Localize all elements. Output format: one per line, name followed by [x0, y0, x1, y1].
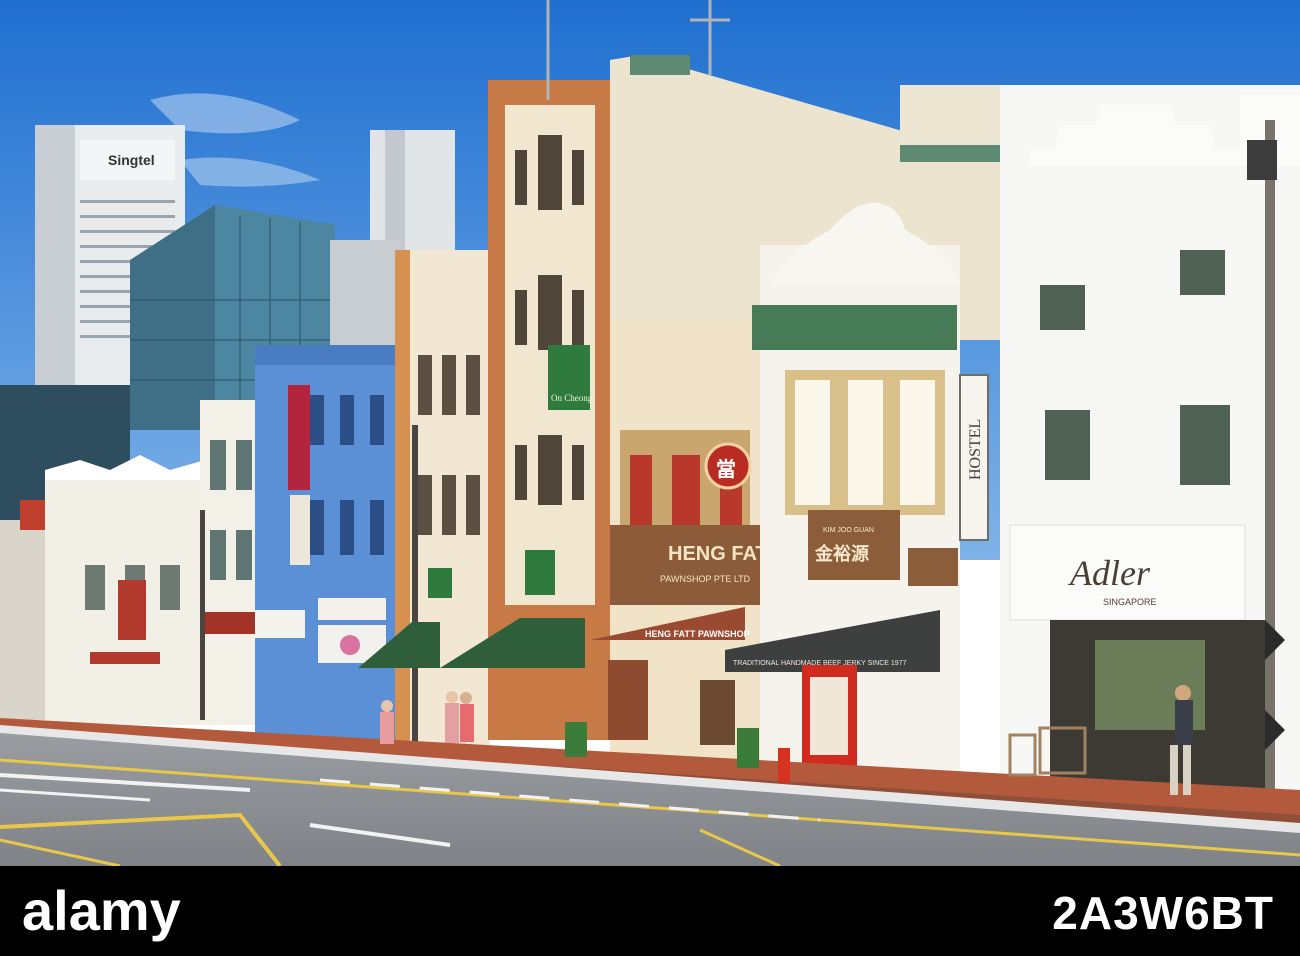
adler-building — [1000, 85, 1300, 805]
cream-shophouse — [395, 250, 490, 750]
blue-shophouse — [255, 345, 395, 740]
fire-hydrant — [778, 748, 790, 783]
image-id: 2A3W6BT — [1052, 887, 1274, 939]
heng-fatt-awning-text: HENG FATT PAWNSHOP — [645, 629, 750, 639]
svg-text:alamy: alamy — [22, 882, 181, 942]
ding-symbol: 當 — [716, 457, 736, 481]
hostel-sign: HOSTEL — [967, 419, 984, 480]
street-scene-photo: Singtel On Cheong 當 HENG FATT PAWNSHOP P… — [0, 0, 1300, 866]
green-bin — [737, 728, 759, 768]
white-shophouse-2 — [200, 400, 260, 725]
stock-watermark-bar: alamy 2A3W6BT — [0, 866, 1300, 956]
singtel-sign: Singtel — [108, 152, 155, 168]
white-shophouses-left — [45, 455, 205, 725]
adler-sub-sign: SINGAPORE — [1103, 597, 1157, 607]
kim-joo-guan-building — [725, 202, 960, 785]
adler-sign: Adler — [1068, 553, 1151, 593]
jerky-awning-text: TRADITIONAL HANDMADE BEEF JERKY SINCE 19… — [733, 660, 907, 667]
kim-joo-guan-roman: KIM JOO GUAN — [823, 527, 874, 534]
on-cheong-sign: On Cheong — [551, 393, 593, 403]
alamy-logo: alamy — [22, 882, 181, 942]
green-bin — [565, 722, 587, 757]
pawnshop-pte-ltd-sign: PAWNSHOP PTE LTD — [660, 574, 751, 584]
kim-joo-guan-chinese: 金裕源 — [814, 543, 869, 565]
